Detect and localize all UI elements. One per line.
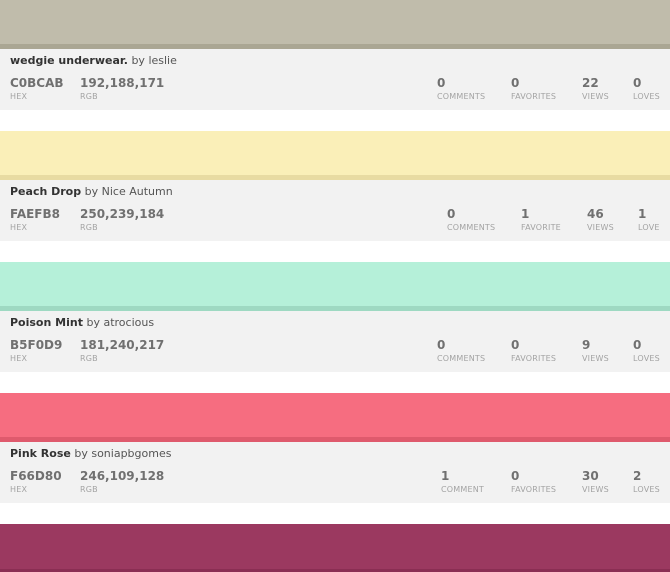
by-label: by [74, 447, 88, 460]
comments-label: COMMENTS [437, 92, 486, 101]
views-stat: 9 VIEWS [582, 339, 609, 364]
color-title-link[interactable]: Pink Rose [10, 447, 71, 460]
hex-label: HEX [10, 92, 28, 101]
views-label: VIEWS [582, 354, 609, 363]
favorites-count: 0 [511, 469, 520, 483]
color-info-card: Poison Mint by atrocious B5F0D9 HEX 181,2… [0, 311, 670, 372]
by-label: by [84, 185, 99, 198]
favorites-stat[interactable]: 0 FAVORITES [511, 470, 556, 495]
rgb-stat: 192,188,171 RGB [80, 77, 164, 102]
loves-count: 0 [633, 338, 642, 352]
views-label: VIEWS [582, 92, 609, 101]
comments-label: COMMENTS [447, 223, 496, 232]
comments-stat[interactable]: 0 COMMENTS [437, 339, 485, 364]
favorites-stat[interactable]: 0 FAVORITES [511, 339, 556, 364]
color-swatch-peach-drop[interactable] [0, 131, 670, 180]
color-info-card: wedgie underwear. by leslie C0BCAB HEX 19… [0, 49, 670, 110]
rgb-stat: 250,239,184 RGB [80, 208, 164, 233]
hex-stat: C0BCAB HEX [10, 77, 64, 102]
favorites-stat[interactable]: 1 FAVORITE [521, 208, 561, 233]
color-title-link[interactable]: Peach Drop [10, 185, 81, 198]
comments-count: 0 [447, 207, 456, 221]
color-swatch-partial[interactable] [0, 524, 670, 572]
author-link[interactable]: soniapbgomes [91, 447, 171, 460]
loves-label: LOVES [633, 92, 660, 101]
color-info-card: Peach Drop by Nice Autumn FAEFB8 HEX 250,… [0, 180, 670, 241]
color-title-link[interactable]: wedgie underwear. [10, 54, 128, 67]
rgb-label: RGB [80, 92, 98, 101]
loves-stat[interactable]: 0 LOVES [633, 339, 660, 364]
rgb-value: 192,188,171 [80, 76, 165, 90]
loves-stat[interactable]: 2 LOVES [633, 470, 660, 495]
rgb-label: RGB [80, 354, 98, 363]
favorites-count: 1 [521, 207, 530, 221]
hex-value: F66D80 [10, 469, 62, 483]
author-link[interactable]: Nice Autumn [102, 185, 173, 198]
color-swatch-wedgie-underwear[interactable] [0, 0, 670, 49]
rgb-stat: 246,109,128 RGB [80, 470, 164, 495]
views-count: 46 [587, 207, 604, 221]
comments-stat[interactable]: 0 COMMENTS [447, 208, 495, 233]
views-label: VIEWS [582, 485, 609, 494]
loves-label: LOVE [638, 223, 660, 232]
rgb-value: 181,240,217 [80, 338, 165, 352]
views-stat: 30 VIEWS [582, 470, 609, 495]
color-title-link[interactable]: Poison Mint [10, 316, 83, 329]
hex-stat: F66D80 HEX [10, 470, 62, 495]
color-swatch-pink-rose[interactable] [0, 393, 670, 442]
by-label: by [131, 54, 145, 67]
loves-count: 0 [633, 76, 642, 90]
loves-label: LOVES [633, 485, 660, 494]
views-stat: 46 VIEWS [587, 208, 614, 233]
hex-value: C0BCAB [10, 76, 64, 90]
views-count: 9 [582, 338, 591, 352]
loves-count: 2 [633, 469, 642, 483]
comments-label: COMMENT [441, 485, 485, 494]
loves-label: LOVES [633, 354, 660, 363]
favorites-label: FAVORITES [511, 485, 557, 494]
hex-label: HEX [10, 354, 28, 363]
hex-value: FAEFB8 [10, 207, 60, 221]
hex-stat: FAEFB8 HEX [10, 208, 60, 233]
rgb-label: RGB [80, 485, 98, 494]
favorites-count: 0 [511, 76, 520, 90]
author-link[interactable]: leslie [148, 54, 176, 67]
author-link[interactable]: atrocious [103, 316, 154, 329]
views-count: 22 [582, 76, 599, 90]
comments-label: COMMENTS [437, 354, 486, 363]
comments-stat[interactable]: 1 COMMENT [441, 470, 484, 495]
favorites-label: FAVORITE [521, 223, 561, 232]
hex-label: HEX [10, 485, 28, 494]
views-count: 30 [582, 469, 599, 483]
rgb-value: 250,239,184 [80, 207, 165, 221]
comments-count: 0 [437, 76, 446, 90]
rgb-value: 246,109,128 [80, 469, 165, 483]
comments-count: 1 [441, 469, 450, 483]
hex-stat: B5F0D9 HEX [10, 339, 62, 364]
loves-stat[interactable]: 0 LOVES [633, 77, 660, 102]
views-stat: 22 VIEWS [582, 77, 609, 102]
comments-stat[interactable]: 0 COMMENTS [437, 77, 485, 102]
hex-label: HEX [10, 223, 28, 232]
favorites-stat[interactable]: 0 FAVORITES [511, 77, 556, 102]
loves-count: 1 [638, 207, 647, 221]
rgb-label: RGB [80, 223, 98, 232]
views-label: VIEWS [587, 223, 614, 232]
by-label: by [86, 316, 100, 329]
favorites-label: FAVORITES [511, 92, 557, 101]
favorites-count: 0 [511, 338, 520, 352]
hex-value: B5F0D9 [10, 338, 63, 352]
rgb-stat: 181,240,217 RGB [80, 339, 164, 364]
color-info-card: Pink Rose by soniapbgomes F66D80 HEX 246,… [0, 442, 670, 503]
loves-stat[interactable]: 1 LOVE [638, 208, 660, 233]
favorites-label: FAVORITES [511, 354, 557, 363]
comments-count: 0 [437, 338, 446, 352]
color-swatch-poison-mint[interactable] [0, 262, 670, 311]
